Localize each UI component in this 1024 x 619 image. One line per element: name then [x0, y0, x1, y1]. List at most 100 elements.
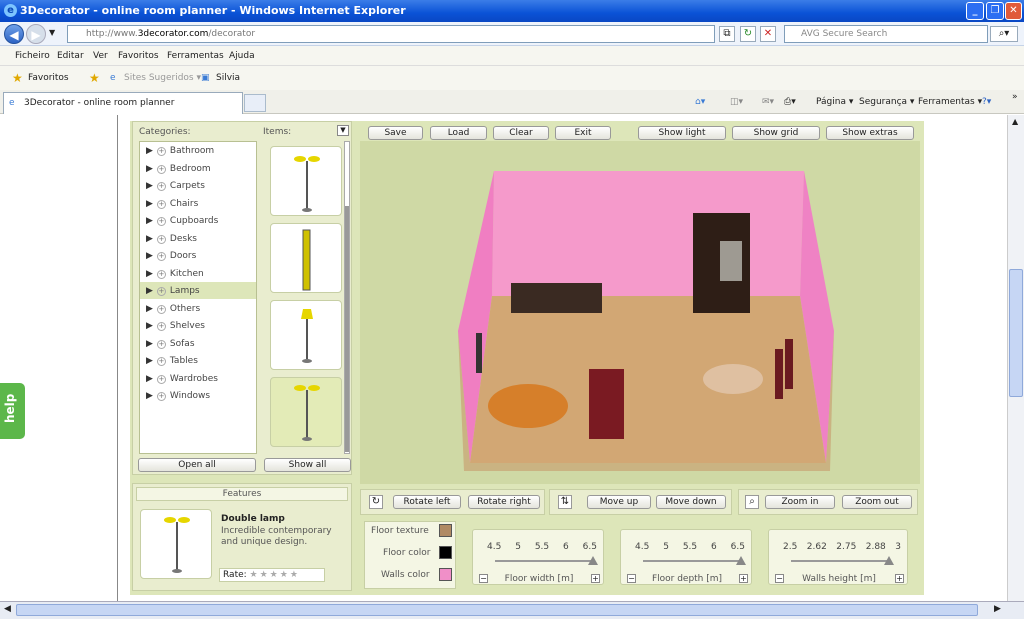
category-bathroom[interactable]: ▶ + Bathroom	[140, 142, 256, 159]
item-double-lamp[interactable]	[270, 146, 342, 216]
page-icon: ▣	[201, 73, 210, 83]
menu-ficheiro[interactable]: Ficheiro	[15, 51, 50, 61]
load-button[interactable]: Load	[430, 126, 487, 140]
scroll-right-icon[interactable]: ▶	[994, 604, 1001, 614]
category-bedroom[interactable]: ▶ + Bedroom	[140, 160, 256, 177]
pagina-menu[interactable]: Página ▾	[816, 97, 853, 107]
menu-ajuda[interactable]: Ajuda	[229, 51, 255, 61]
category-shelves[interactable]: ▶ + Shelves	[140, 317, 256, 334]
floor	[470, 296, 826, 463]
floor-color-swatch[interactable]	[439, 546, 452, 559]
menu-favoritos[interactable]: Favoritos	[118, 51, 159, 61]
page-scroll-thumb[interactable]	[1009, 269, 1023, 397]
catalog-panel: Categories: Items: ▼ ▶ + Bathroom ▶ + Bedroo…	[132, 121, 352, 475]
items-scroll-thumb[interactable]	[345, 206, 349, 452]
menu-ferramentas[interactable]: Ferramentas	[167, 51, 224, 61]
forward-button[interactable]: ▶	[26, 24, 46, 44]
collapse-icon[interactable]: ▼	[337, 125, 349, 136]
floor-depth-slider[interactable]: 4.5 5 5.5 6 6.5 − Floor depth [m] +	[620, 529, 752, 585]
scroll-up-icon[interactable]: ▲	[1012, 117, 1018, 126]
history-dropdown-icon[interactable]: ▼	[49, 28, 55, 37]
category-tables[interactable]: ▶ + Tables	[140, 352, 256, 369]
walls-height-plus[interactable]: +	[895, 574, 904, 583]
item-floor-lamp[interactable]	[270, 300, 342, 370]
clear-button[interactable]: Clear	[493, 126, 549, 140]
walls-height-slider[interactable]: 2.5 2.62 2.75 2.88 3 − Walls height [m] +	[768, 529, 908, 585]
items-scrollbar[interactable]	[344, 141, 350, 454]
close-window-button[interactable]: ✕	[1005, 2, 1022, 20]
floor-depth-plus[interactable]: +	[739, 574, 748, 583]
item-tube-lamp[interactable]	[270, 223, 342, 293]
suggested-sites-link[interactable]: Sites Sugeridos ▾	[124, 73, 201, 83]
exit-button[interactable]: Exit	[555, 126, 611, 140]
show-light-button[interactable]: Show light	[638, 126, 726, 140]
rotate-right-button[interactable]: Rotate right	[468, 495, 540, 509]
menu-editar[interactable]: Editar	[57, 51, 84, 61]
category-label: Bathroom	[169, 146, 215, 156]
category-chairs[interactable]: ▶ + Chairs	[140, 195, 256, 212]
silvia-link[interactable]: Silvia	[216, 73, 240, 83]
category-desks[interactable]: ▶ + Desks	[140, 230, 256, 247]
horizontal-scrollbar[interactable]: ◀ ▶	[0, 601, 1024, 619]
tab-3decorator[interactable]: e 3Decorator - online room planner	[3, 92, 243, 114]
item-double-lamp-selected[interactable]	[270, 377, 342, 447]
category-sofas[interactable]: ▶ + Sofas	[140, 335, 256, 352]
stop-icon[interactable]: ✕	[760, 26, 776, 42]
category-wardrobes[interactable]: ▶ + Wardrobes	[140, 370, 256, 387]
floor-texture-swatch[interactable]	[439, 524, 452, 537]
feeds-icon[interactable]: ◫▾	[730, 97, 743, 107]
scroll-left-icon[interactable]: ◀	[4, 604, 11, 614]
favoritos-button[interactable]: Favoritos	[28, 73, 69, 83]
walls-height-thumb[interactable]	[884, 556, 894, 565]
floor-width-slider[interactable]: 4.5 5 5.5 6 6.5 − Floor width [m] +	[472, 529, 604, 585]
category-carpets[interactable]: ▶ + Carpets	[140, 177, 256, 194]
category-lamps[interactable]: ▶ + Lamps	[140, 282, 256, 299]
show-extras-button[interactable]: Show extras	[826, 126, 914, 140]
seguranca-menu[interactable]: Segurança ▾	[859, 97, 914, 107]
floor-color-label: Floor color	[383, 548, 431, 558]
floor-width-thumb[interactable]	[588, 556, 598, 565]
open-all-button[interactable]: Open all	[138, 458, 256, 472]
move-icon: ⇅	[558, 495, 572, 509]
category-windows[interactable]: ▶ + Windows	[140, 387, 256, 404]
search-input[interactable]: AVG Secure Search	[784, 25, 988, 43]
category-kitchen[interactable]: ▶ + Kitchen	[140, 265, 256, 282]
walls-color-swatch[interactable]	[439, 568, 452, 581]
rating-stars[interactable]: ★★★★★	[250, 570, 300, 580]
ie-small-icon: e	[110, 73, 116, 83]
search-go-icon[interactable]: ⌕▾	[990, 26, 1018, 42]
ferramentas-menu[interactable]: Ferramentas ▾	[918, 97, 982, 107]
restore-button[interactable]: ❐	[986, 2, 1004, 20]
zoom-in-button[interactable]: Zoom in	[765, 495, 835, 509]
floor-depth-thumb[interactable]	[736, 556, 746, 565]
zoom-out-button[interactable]: Zoom out	[842, 495, 912, 509]
add-favorite-icon[interactable]: ★	[89, 71, 100, 85]
floor-width-plus[interactable]: +	[591, 574, 600, 583]
new-tab-button[interactable]	[244, 94, 266, 112]
show-grid-button[interactable]: Show grid	[732, 126, 820, 140]
address-input[interactable]: http://www.3decorator.com/decorator	[67, 25, 715, 43]
page-vertical-scrollbar[interactable]: ▲	[1007, 115, 1024, 601]
move-up-button[interactable]: Move up	[587, 495, 651, 509]
print-icon[interactable]: ⎙▾	[784, 97, 796, 107]
refresh-icon[interactable]: ↻	[740, 26, 756, 42]
menu-bar: Ficheiro Editar Ver Favoritos Ferramenta…	[0, 46, 1024, 66]
horizontal-scroll-thumb[interactable]	[16, 604, 978, 616]
save-button[interactable]: Save	[368, 126, 423, 140]
move-down-button[interactable]: Move down	[656, 495, 726, 509]
compatibility-icon[interactable]: ⧉	[719, 26, 735, 42]
category-cupboards[interactable]: ▶ + Cupboards	[140, 212, 256, 229]
minimize-button[interactable]: _	[966, 2, 984, 20]
category-doors[interactable]: ▶ + Doors	[140, 247, 256, 264]
menu-ver[interactable]: Ver	[93, 51, 108, 61]
help-menu-icon[interactable]: ?▾	[982, 97, 991, 107]
category-others[interactable]: ▶ + Others	[140, 300, 256, 317]
rotate-left-button[interactable]: Rotate left	[393, 495, 461, 509]
home-icon[interactable]: ⌂▾	[695, 97, 705, 107]
help-tab[interactable]: help	[0, 383, 25, 439]
toolbar-overflow-icon[interactable]: »	[1012, 92, 1018, 102]
room-3d-view[interactable]	[360, 141, 920, 484]
show-all-button[interactable]: Show all	[264, 458, 351, 472]
mail-icon[interactable]: ✉▾	[762, 97, 774, 107]
back-button[interactable]: ◀	[4, 24, 24, 44]
